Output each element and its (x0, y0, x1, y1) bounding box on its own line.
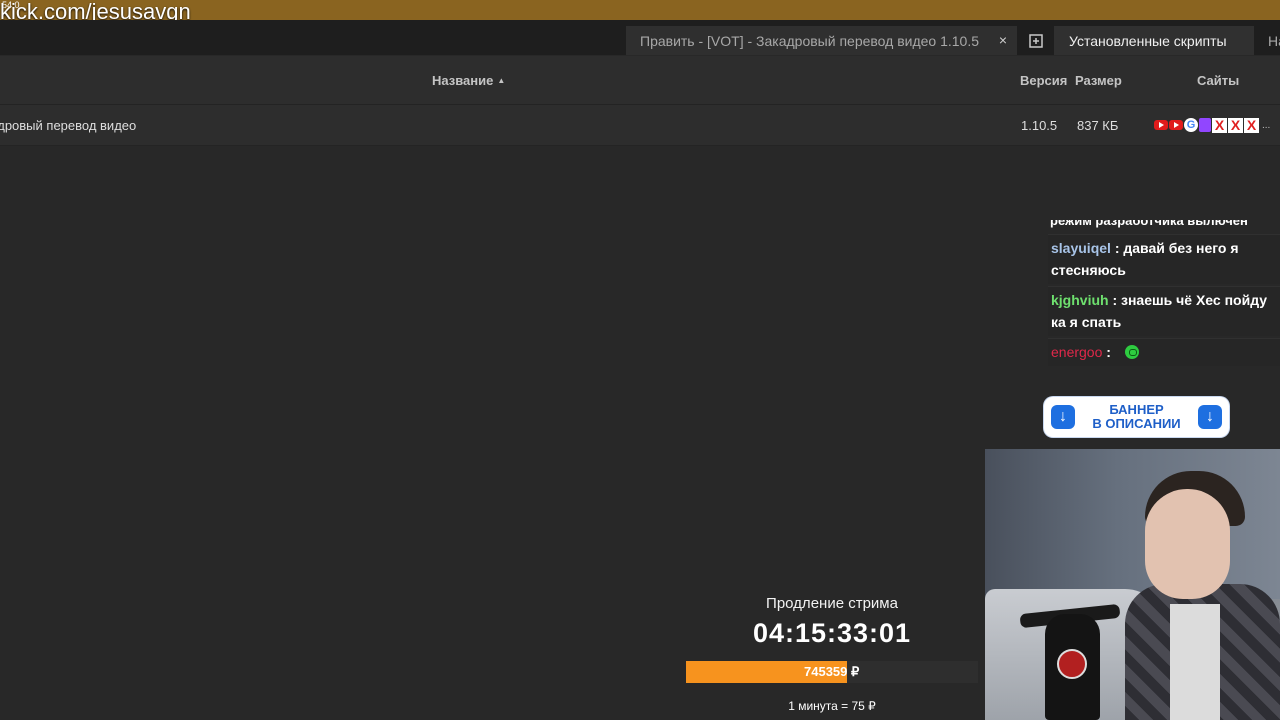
emote-icon (1124, 345, 1139, 359)
arrow-down-icon: ↓ (1198, 405, 1222, 429)
mic-badge-icon (1057, 649, 1087, 679)
tab-edit-label: Править - [VOT] - Закадровый перевод вид… (640, 32, 980, 49)
subathon-timer: 04:15:33:01 (752, 618, 912, 648)
column-header-sites[interactable]: Сайты (1197, 73, 1239, 88)
streamer-head (1145, 489, 1230, 599)
tab-more[interactable]: На (1258, 26, 1280, 55)
script-name[interactable]: адровый перевод видео (0, 118, 136, 133)
tab-edit-script[interactable]: Править - [VOT] - Закадровый перевод вид… (626, 26, 1017, 55)
streamer-shirt (1170, 604, 1220, 720)
column-header-version[interactable]: Версия (1020, 73, 1067, 88)
chat-overlay: режим разработчика вылючен slayuiqel : д… (1048, 220, 1280, 368)
chat-text: : (1106, 344, 1111, 360)
chat-message: energoo : (1048, 338, 1280, 366)
browser-top-strip (0, 0, 1280, 20)
donation-progress-bar: 745359 ₽ (686, 661, 978, 683)
subathon-rate: 1 минута = 75 ₽ (788, 699, 876, 713)
column-header-size[interactable]: Размер (1075, 73, 1122, 88)
youtube-icon (1154, 120, 1168, 130)
sort-ascending-icon: ▲ (497, 76, 506, 85)
tab-installed-label: Установленные скрипты (1069, 32, 1227, 49)
arrow-down-icon: ↓ (1051, 405, 1075, 429)
table-row[interactable]: адровый перевод видео 1.10.5 837 КБ (0, 105, 1280, 146)
table-header: Название ▲ Версия Размер Сайты (0, 56, 1280, 105)
chat-partial-line: режим разработчика вылючен (1050, 220, 1248, 228)
x-icon: X (1228, 117, 1243, 133)
close-tab-icon[interactable]: × (999, 32, 1007, 48)
youtube-icon (1169, 120, 1183, 130)
plus-square-icon (1029, 33, 1043, 48)
script-version: 1.10.5 (1021, 118, 1058, 133)
tab-bar: Править - [VOT] - Закадровый перевод вид… (0, 20, 1280, 55)
chat-username: kjghviuh (1051, 292, 1109, 308)
chat-username: slayuiqel (1051, 240, 1111, 256)
tab-installed-scripts[interactable]: Установленные скрипты (1054, 26, 1254, 55)
twitch-icon (1199, 118, 1211, 132)
script-size: 837 КБ (1077, 118, 1119, 133)
progress-amount: 745359 ₽ (804, 664, 860, 679)
x-icon: X (1212, 117, 1227, 133)
script-sites: G X X X ... (1154, 117, 1270, 133)
column-header-name[interactable]: Название ▲ (432, 73, 505, 88)
banner-in-description: ↓ БАННЕР В ОПИСАНИИ ↓ (1044, 397, 1229, 437)
chat-message: kjghviuh : знаешь чё Хес пойду ка я спат… (1048, 286, 1280, 336)
webcam-feed (985, 449, 1280, 720)
chat-username: energoo (1051, 344, 1103, 360)
x-icon: X (1244, 117, 1259, 133)
column-header-name-label: Название (432, 73, 494, 88)
banner-text: БАННЕР В ОПИСАНИИ (1092, 402, 1181, 431)
sites-overflow: ... (1262, 119, 1271, 131)
new-script-button[interactable] (1020, 26, 1052, 55)
subathon-title: Продление стрима (766, 595, 898, 612)
google-icon: G (1184, 118, 1198, 132)
chat-message: slayuiqel : давай без него я стесняюсь (1048, 234, 1280, 284)
tab-more-label: На (1268, 32, 1280, 49)
